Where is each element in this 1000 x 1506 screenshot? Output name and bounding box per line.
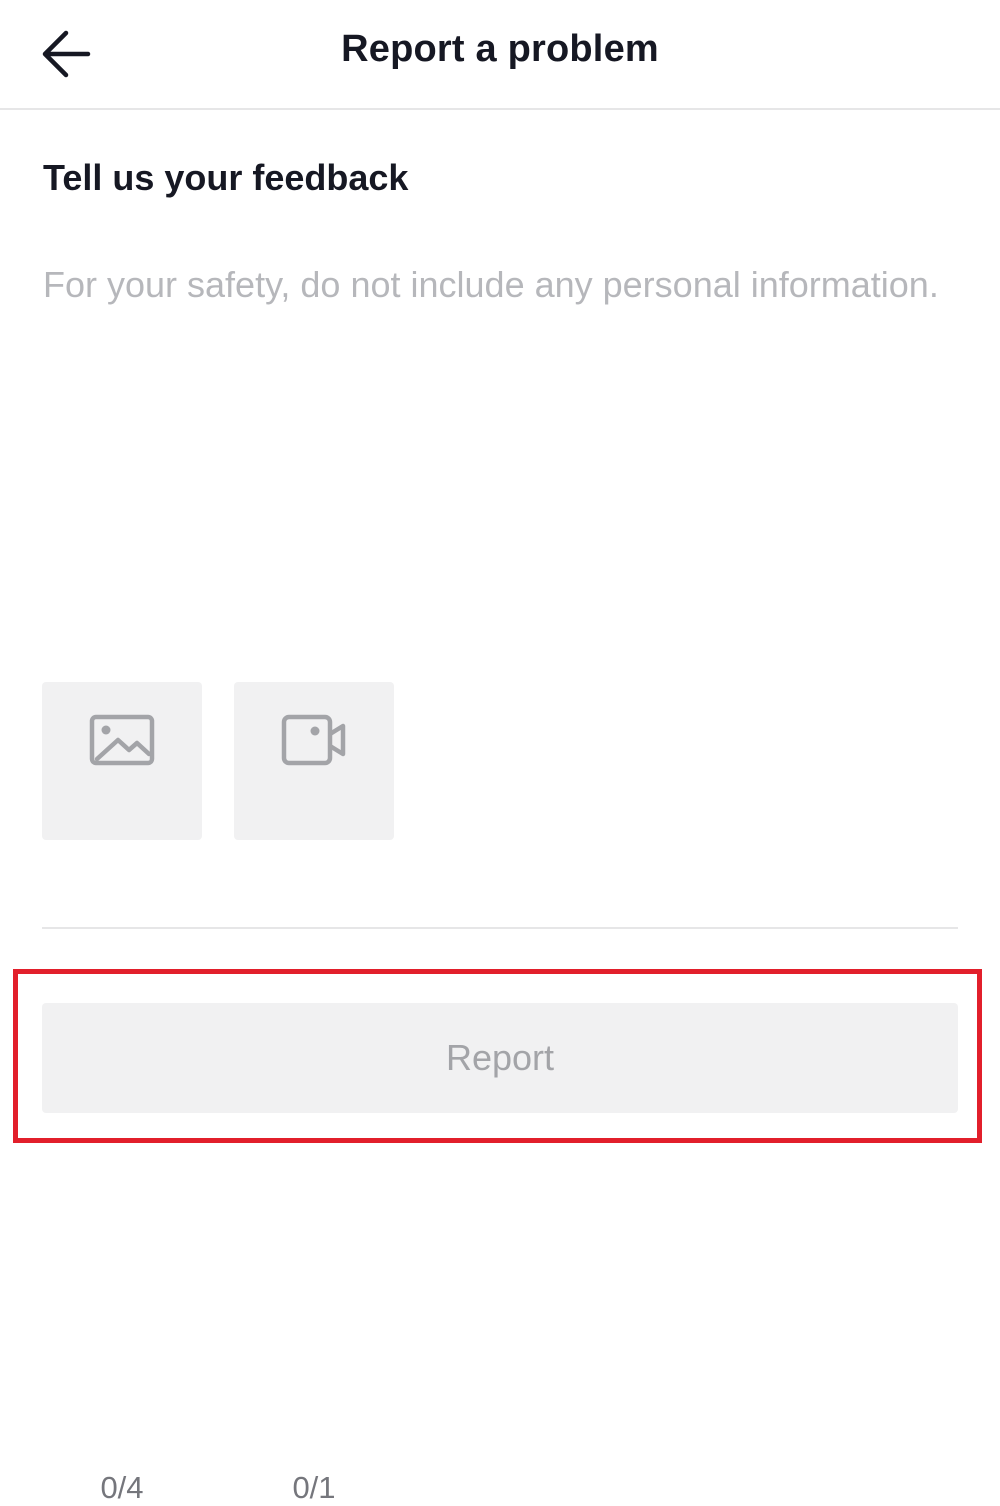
add-video-button[interactable]: 0/1 bbox=[234, 682, 394, 1505]
feedback-section-title: Tell us your feedback bbox=[43, 157, 409, 198]
photo-count: 0/4 bbox=[100, 1470, 144, 1505]
video-camera-icon bbox=[234, 714, 394, 766]
image-icon bbox=[42, 714, 202, 766]
divider bbox=[42, 927, 958, 929]
top-bar: Report a problem bbox=[0, 0, 1000, 110]
report-button[interactable]: Report bbox=[42, 1003, 958, 1113]
feedback-input[interactable] bbox=[43, 258, 958, 638]
video-count: 0/1 bbox=[292, 1470, 336, 1505]
add-photo-button[interactable]: 0/4 bbox=[42, 682, 202, 1505]
page-title: Report a problem bbox=[341, 28, 659, 70]
